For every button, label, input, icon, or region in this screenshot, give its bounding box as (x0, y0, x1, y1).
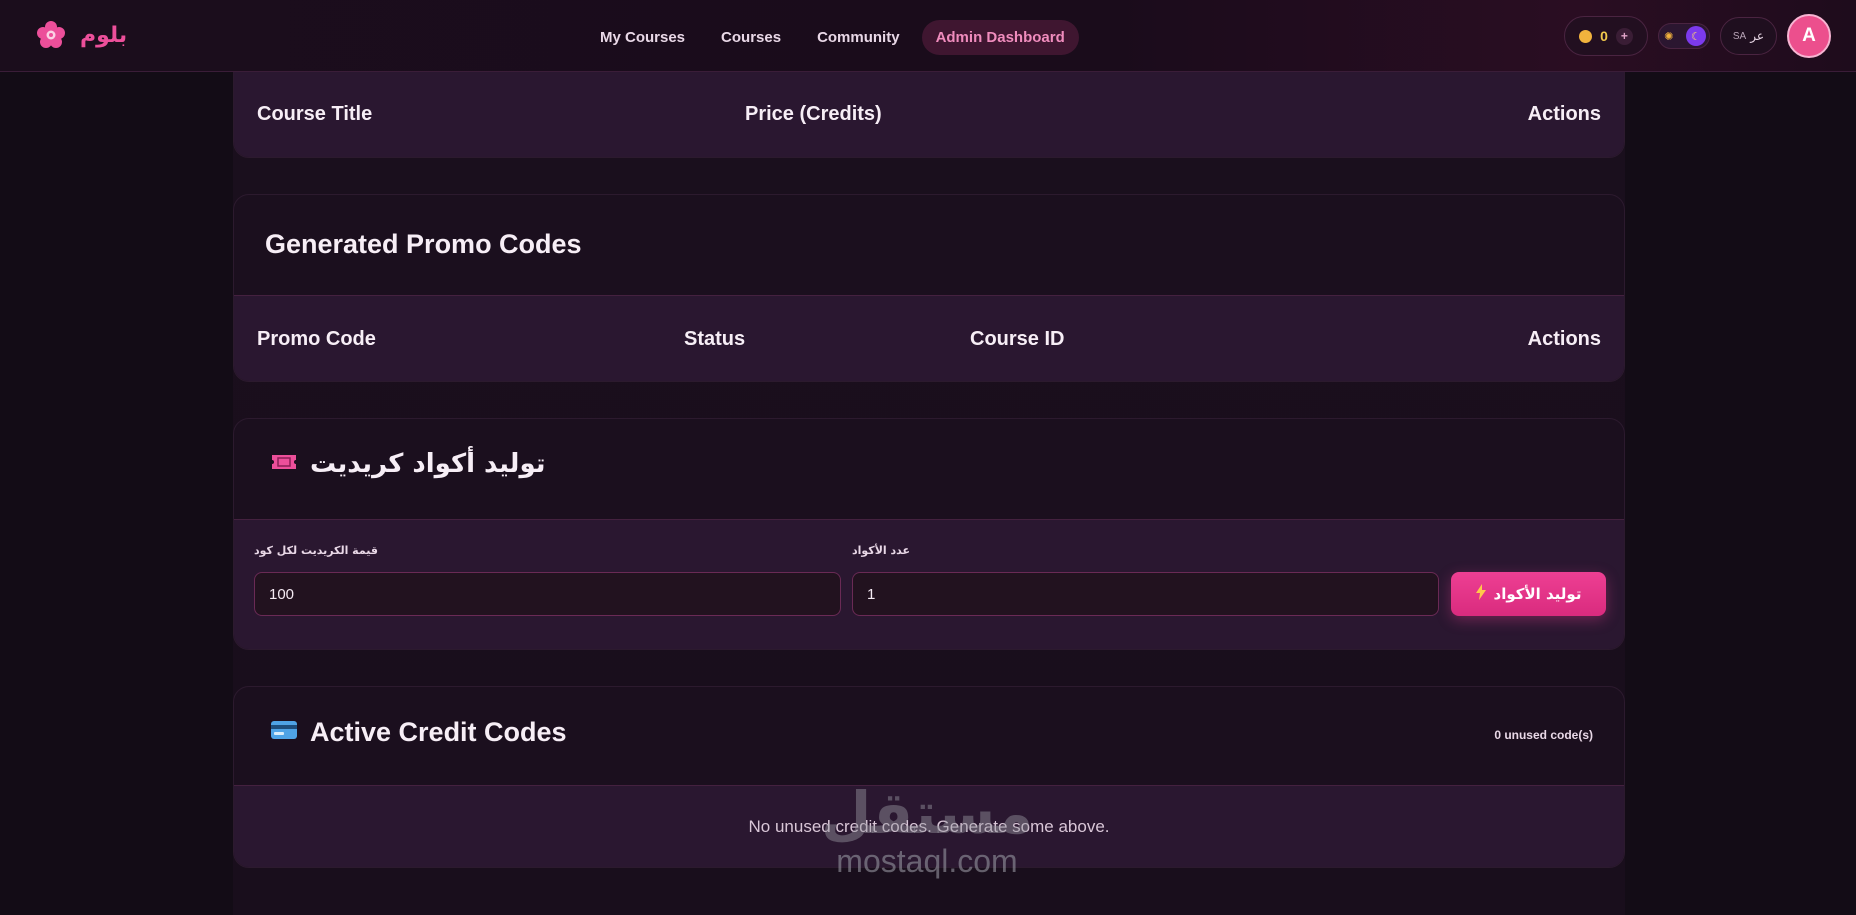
theme-toggle[interactable]: ✺ ☾ (1657, 23, 1710, 49)
column-course-id: Course ID (970, 328, 1065, 350)
column-status: Status (684, 328, 746, 350)
credits-amount: 0 (1600, 28, 1608, 44)
nav-courses[interactable]: Courses (707, 20, 795, 55)
active-credit-codes-card: Active Credit Codes 0 unused code(s) No … (233, 686, 1625, 868)
generate-credit-codes-title: توليد أكواد كريديت (310, 449, 546, 479)
top-navbar: بلوم My Courses Courses Community Admin … (0, 0, 1856, 72)
generate-credit-codes-card: توليد أكواد كريديت قيمة الكريديت لكل كود… (233, 418, 1625, 650)
lightning-icon (1475, 584, 1486, 604)
language-label: عر (1750, 29, 1764, 43)
brand-logo[interactable]: بلوم (34, 18, 127, 52)
nav-community[interactable]: Community (803, 20, 914, 55)
promo-codes-card: Generated Promo Codes Promo Code Status … (233, 194, 1625, 382)
ticket-icon (270, 449, 298, 479)
generate-credit-codes-heading: توليد أكواد كريديت (270, 449, 546, 479)
column-actions: Actions (1527, 103, 1601, 125)
flower-icon (34, 18, 68, 52)
credit-value-input[interactable]: 100 (254, 572, 841, 616)
user-avatar[interactable]: A (1787, 14, 1831, 58)
credits-balance[interactable]: 0 + (1564, 16, 1648, 56)
language-switcher[interactable]: SA عر (1719, 17, 1777, 55)
language-code: SA (1732, 30, 1747, 42)
credit-value-label: قيمة الكريديت لكل كود (254, 544, 378, 557)
column-actions: Actions (1527, 328, 1601, 350)
generate-codes-label: توليد الأكواد (1493, 585, 1582, 603)
coin-icon (1579, 29, 1593, 43)
column-promo-code: Promo Code (257, 328, 376, 350)
active-codes-body: No unused credit codes. Generate some ab… (234, 785, 1624, 867)
empty-state-message: No unused credit codes. Generate some ab… (748, 817, 1110, 836)
sun-icon: ✺ (1664, 29, 1674, 43)
column-course-title: Course Title (257, 103, 373, 125)
credit-card-icon (270, 717, 298, 748)
generate-form: قيمة الكريديت لكل كود 100 عدد الأكواد 1 … (234, 519, 1624, 649)
main-nav: My Courses Courses Community Admin Dashb… (586, 20, 1079, 55)
courses-table-header: Course Title Price (Credits) Actions (234, 71, 1624, 157)
active-credit-codes-heading: Active Credit Codes (270, 717, 567, 748)
add-credits-icon[interactable]: + (1615, 27, 1633, 45)
codes-count-label: عدد الأكواد (852, 544, 911, 557)
promo-codes-title: Generated Promo Codes (265, 229, 582, 259)
codes-count-input[interactable]: 1 (852, 572, 1439, 616)
active-credit-codes-title: Active Credit Codes (310, 717, 567, 747)
generate-codes-button[interactable]: توليد الأكواد (1451, 572, 1606, 616)
nav-admin-dashboard[interactable]: Admin Dashboard (921, 20, 1079, 55)
header-controls: 0 + ✺ ☾ SA عر A (1564, 14, 1831, 58)
promo-codes-table-header: Promo Code Status Course ID Actions (234, 295, 1624, 381)
nav-my-courses[interactable]: My Courses (586, 20, 699, 55)
column-price: Price (Credits) (745, 103, 882, 125)
moon-icon: ☾ (1685, 26, 1706, 46)
unused-codes-count: 0 unused code(s) (1494, 728, 1593, 742)
brand-name: بلوم (80, 22, 128, 48)
